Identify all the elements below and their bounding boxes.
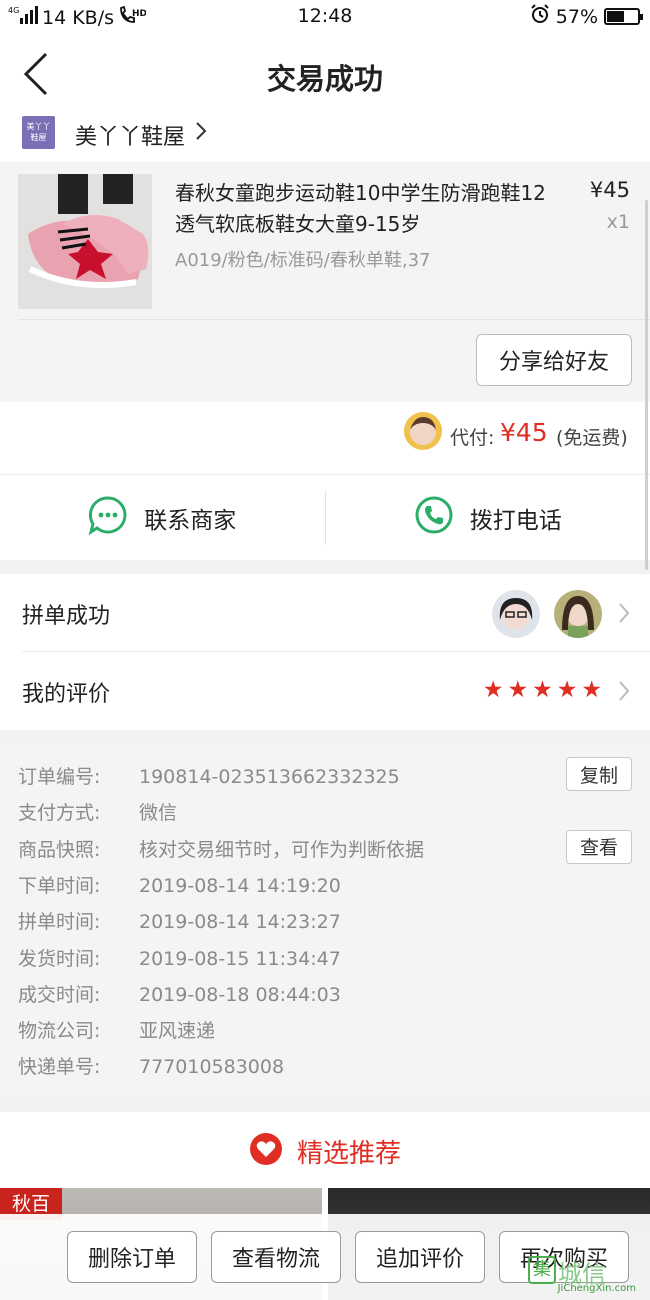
call-phone-button[interactable]: 拨打电话 bbox=[326, 475, 650, 560]
avatar bbox=[492, 590, 540, 638]
contact-merchant-button[interactable]: 联系商家 bbox=[0, 475, 325, 560]
order-info-row: 订单编号: 190814-023513662332325 bbox=[18, 762, 400, 789]
order-info-value: 亚风速递 bbox=[139, 1020, 216, 1043]
battery-fill bbox=[607, 11, 625, 22]
order-info-value: 190814-023513662332325 bbox=[139, 766, 400, 788]
copy-button[interactable]: 复制 bbox=[566, 757, 632, 791]
section-gap bbox=[0, 560, 650, 574]
my-review-label: 我的评价 bbox=[22, 682, 111, 707]
shop-name: 美丫丫鞋屋 bbox=[75, 125, 186, 150]
contact-merchant-label: 联系商家 bbox=[144, 507, 237, 534]
avatar bbox=[554, 590, 602, 638]
view-snapshot-button[interactable]: 查看 bbox=[566, 829, 632, 864]
status-bar: 4G 14 KB/s HD 12:48 57% bbox=[0, 0, 650, 34]
order-info-key: 发货时间: bbox=[18, 947, 101, 970]
order-info-key: 订单编号: bbox=[18, 766, 101, 788]
delete-order-button[interactable]: 删除订单 bbox=[67, 1231, 197, 1283]
order-info-value: 2019-08-14 14:23:27 bbox=[139, 911, 341, 934]
order-info-row: 下单时间: 2019-08-14 14:19:20 bbox=[18, 871, 341, 898]
order-info-row: 拼单时间: 2019-08-14 14:23:27 bbox=[18, 907, 341, 934]
share-to-friend-button[interactable]: 分享给好友 bbox=[476, 334, 632, 386]
product-title: 春秋女童跑步运动鞋10中学生防滑跑鞋12透气软底板鞋女大童9-15岁 bbox=[175, 181, 546, 236]
order-info-key: 拼单时间: bbox=[18, 911, 101, 934]
order-info-key: 物流公司: bbox=[18, 1020, 101, 1043]
order-info-value: 2019-08-18 08:44:03 bbox=[139, 983, 341, 1006]
order-info-value: 2019-08-15 11:34:47 bbox=[139, 947, 341, 970]
chevron-right-icon bbox=[618, 680, 630, 706]
product-image[interactable] bbox=[18, 174, 152, 309]
recommend-header: 精选推荐 bbox=[0, 1112, 650, 1190]
order-info-row: 物流公司: 亚风速递 bbox=[18, 1016, 215, 1043]
shop-logo: 美丫丫 鞋屋 bbox=[22, 116, 55, 149]
my-review-row[interactable]: 我的评价 ★ ★ ★ ★ ★ bbox=[0, 652, 650, 730]
order-info-row: 商品快照: 核对交易细节时，可作为判断依据 bbox=[18, 835, 424, 862]
pay-amount: ¥45 bbox=[500, 418, 548, 447]
divider bbox=[18, 319, 650, 320]
rating-stars: ★ ★ ★ ★ ★ bbox=[483, 678, 602, 702]
section-gap bbox=[0, 730, 650, 742]
phone-icon bbox=[414, 495, 454, 541]
battery-percent: 57% bbox=[555, 5, 598, 28]
product-quantity: x1 bbox=[606, 211, 630, 233]
watermark-logo: 集 城信 JiChengXin.com bbox=[528, 1250, 646, 1294]
order-info-key: 支付方式: bbox=[18, 802, 101, 825]
order-info-row: 支付方式: 微信 bbox=[18, 798, 177, 825]
group-buy-label: 拼单成功 bbox=[22, 604, 111, 629]
add-review-button[interactable]: 追加评价 bbox=[355, 1231, 485, 1283]
shipping-note: (免运费) bbox=[556, 427, 628, 449]
order-info-key: 商品快照: bbox=[18, 838, 101, 861]
nav-bar: 交易成功 bbox=[0, 34, 650, 114]
star-icon: ★ bbox=[507, 677, 529, 703]
product-spec: A019/粉色/标准码/春秋单鞋,37 bbox=[175, 250, 431, 271]
order-info-value: 微信 bbox=[139, 802, 178, 825]
heart-icon bbox=[249, 1132, 283, 1170]
section-gap bbox=[0, 1098, 650, 1112]
scrollbar[interactable] bbox=[645, 200, 648, 570]
call-phone-label: 拨打电话 bbox=[469, 507, 562, 534]
battery-icon bbox=[604, 8, 643, 25]
recommend-title: 精选推荐 bbox=[296, 1138, 401, 1169]
payer-avatar bbox=[404, 412, 442, 450]
star-icon: ★ bbox=[532, 677, 553, 703]
order-info-value: 核对交易细节时，可作为判断依据 bbox=[139, 838, 425, 861]
payment-row: 代付: ¥45 (免运费) bbox=[0, 402, 650, 474]
group-buy-row[interactable]: 拼单成功 bbox=[0, 574, 650, 652]
order-info-row: 成交时间: 2019-08-18 08:44:03 bbox=[18, 980, 341, 1007]
alarm-icon bbox=[530, 4, 550, 29]
order-info-key: 快递单号: bbox=[18, 1056, 101, 1079]
star-icon: ★ bbox=[482, 677, 504, 703]
pay-label: 代付: bbox=[450, 427, 495, 449]
order-info-section: 订单编号: 190814-023513662332325 复制支付方式: 微信商品快照… bbox=[0, 742, 650, 1098]
order-info-key: 下单时间: bbox=[18, 874, 101, 897]
chevron-right-icon bbox=[618, 602, 630, 628]
chevron-right-icon bbox=[195, 121, 207, 145]
order-info-key: 成交时间: bbox=[18, 983, 101, 1006]
view-logistics-button[interactable]: 查看物流 bbox=[211, 1231, 341, 1283]
star-icon: ★ bbox=[556, 677, 578, 703]
star-icon: ★ bbox=[581, 677, 602, 703]
order-info-row: 发货时间: 2019-08-15 11:34:47 bbox=[18, 944, 341, 971]
bottom-action-bar: 删除订单 查看物流 追加评价 再次购买 集 城信 JiChengXin.com bbox=[0, 1214, 650, 1300]
shop-link[interactable]: 美丫丫 鞋屋 美丫丫鞋屋 bbox=[0, 108, 650, 158]
order-info-row: 快递单号: 777010583008 bbox=[18, 1052, 284, 1079]
order-info-value: 777010583008 bbox=[139, 1056, 285, 1079]
contact-row: 联系商家 拨打电话 bbox=[0, 474, 650, 560]
product-card[interactable]: 春秋女童跑步运动鞋10中学生防滑跑鞋12透气软底板鞋女大童9-15岁 ¥45 x… bbox=[0, 162, 650, 402]
order-info-value: 2019-08-14 14:19:20 bbox=[139, 874, 341, 897]
page-title: 交易成功 bbox=[266, 62, 383, 96]
product-price: ¥45 bbox=[589, 178, 630, 202]
chat-icon bbox=[88, 495, 128, 541]
